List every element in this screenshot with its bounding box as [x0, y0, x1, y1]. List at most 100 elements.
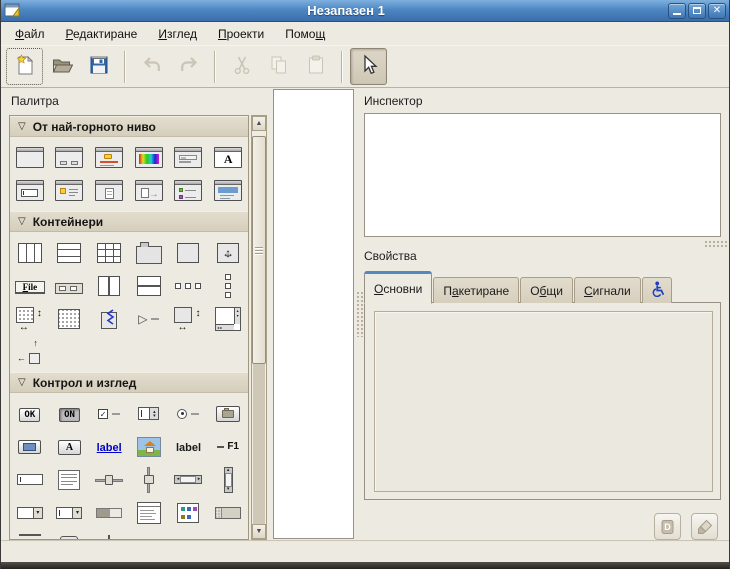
- palette-item-progress-bar[interactable]: [89, 496, 129, 529]
- palette-item-viewport[interactable]: ▴▾◂ ▸: [208, 302, 248, 335]
- copy-button[interactable]: [260, 48, 297, 85]
- scrollbar-track[interactable]: [253, 364, 265, 524]
- palette-section-header-0[interactable]: ▽От най-горното ниво: [10, 116, 248, 137]
- palette-item-toolbar[interactable]: [50, 269, 90, 302]
- palette-item-input-dialog[interactable]: [10, 174, 50, 207]
- inspector-panel[interactable]: [364, 113, 721, 237]
- vertical-pane-handle[interactable]: [355, 88, 363, 540]
- palette-item-color-selection-dialog[interactable]: [129, 141, 169, 174]
- tab-packing[interactable]: Пакетиране: [433, 277, 519, 303]
- palette-item-font-button[interactable]: A: [50, 430, 90, 463]
- palette-item-v-separator[interactable]: [89, 529, 129, 540]
- menu-view[interactable]: Изглед: [148, 25, 207, 43]
- menu-edit[interactable]: Редактиране: [56, 25, 148, 43]
- menu-projects[interactable]: Проекти: [208, 25, 274, 43]
- palette-item-fixed[interactable]: ↔↕: [208, 236, 248, 269]
- palette-item-file-chooser-dialog[interactable]: →: [129, 174, 169, 207]
- palette-item-v-scale[interactable]: [129, 463, 169, 496]
- palette-item-toggle-button[interactable]: ON: [50, 397, 90, 430]
- palette-item-hpaned[interactable]: [89, 269, 129, 302]
- menu-help[interactable]: Помощ: [275, 25, 335, 43]
- window-icon: [16, 147, 44, 168]
- new-button[interactable]: [6, 48, 43, 85]
- tab-signals[interactable]: Сигнали: [574, 277, 641, 303]
- palette-scrollbar[interactable]: ▲ ▼: [251, 115, 267, 540]
- palette-section-header-1[interactable]: ▽Контейнери: [10, 211, 248, 232]
- scroll-down-button[interactable]: ▼: [252, 524, 266, 539]
- doc-book-icon: D: [660, 519, 676, 535]
- tab-common[interactable]: Общи: [520, 277, 573, 303]
- palette-item-vbuttonbox[interactable]: [208, 269, 248, 302]
- palette-item-alignment[interactable]: ↑←: [10, 335, 50, 368]
- minimize-button[interactable]: [668, 3, 686, 19]
- palette-item-assistant[interactable]: [208, 174, 248, 207]
- palette-item-combo-box-entry[interactable]: ▾: [50, 496, 90, 529]
- palette-item-vbox[interactable]: [50, 236, 90, 269]
- documentation-button[interactable]: D: [654, 513, 681, 540]
- palette-item-spin-button[interactable]: ▴▾: [129, 397, 169, 430]
- properties-label: Свойства: [364, 249, 417, 263]
- redo-button[interactable]: [170, 48, 207, 85]
- open-button[interactable]: [43, 48, 80, 85]
- scrollbar-thumb[interactable]: [252, 136, 266, 364]
- palette-item-file-chooser-button[interactable]: [208, 397, 248, 430]
- palette-item-notebook[interactable]: [129, 236, 169, 269]
- palette-item-window[interactable]: [10, 141, 50, 174]
- palette-item-button[interactable]: OK: [10, 397, 50, 430]
- palette-item-message-dialog[interactable]: [89, 141, 129, 174]
- palette-item-table[interactable]: [89, 236, 129, 269]
- palette-item-v-scrollbar[interactable]: ▴▾: [208, 463, 248, 496]
- palette-item-dialog[interactable]: [50, 141, 90, 174]
- palette-item-radio-button[interactable]: [169, 397, 209, 430]
- palette-item-drawing-area[interactable]: [50, 302, 90, 335]
- palette-item-icon-view[interactable]: [169, 496, 209, 529]
- rounded-widget-icon: [60, 529, 78, 540]
- palette-item-recent-chooser-dialog[interactable]: [169, 174, 209, 207]
- titlebar[interactable]: Незапазен 1 ✕: [1, 0, 729, 22]
- main-area: Палитра ▽От най-горното нивоA→▽Контейнер…: [1, 88, 729, 540]
- menu-file[interactable]: Файл: [5, 25, 55, 43]
- palette-item-tree-view[interactable]: [129, 496, 169, 529]
- maximize-button[interactable]: [688, 3, 706, 19]
- tab-accessibility[interactable]: [642, 277, 672, 303]
- palette-item-expander[interactable]: ▷: [129, 302, 169, 335]
- palette-item-hbuttonbox[interactable]: [169, 269, 209, 302]
- palette-item-link-button[interactable]: label: [89, 430, 129, 463]
- tab-general[interactable]: Основни: [364, 271, 432, 304]
- close-button[interactable]: ✕: [708, 3, 726, 19]
- palette-item-label[interactable]: label: [169, 430, 209, 463]
- palette-item-font-selection-dialog[interactable]: A: [208, 141, 248, 174]
- scroll-up-button[interactable]: ▲: [252, 116, 266, 131]
- palette-item-accel-label[interactable]: F1: [208, 430, 248, 463]
- selector-button[interactable]: [350, 48, 387, 85]
- workspace-canvas[interactable]: [273, 89, 354, 539]
- palette-item-h-scale[interactable]: [89, 463, 129, 496]
- palette-item-entry[interactable]: [10, 463, 50, 496]
- palette-item-statusbar[interactable]: [208, 496, 248, 529]
- open-icon: [51, 54, 73, 79]
- palette-item-rounded-widget[interactable]: [50, 529, 90, 540]
- brush-button[interactable]: [691, 513, 718, 540]
- palette-item-check-button[interactable]: ✓: [89, 397, 129, 430]
- palette-item-text-view[interactable]: [50, 463, 90, 496]
- paste-button[interactable]: [297, 48, 334, 85]
- palette-item-handle-box[interactable]: [89, 302, 129, 335]
- palette-item-h-scrollbar[interactable]: ◂▸: [169, 463, 209, 496]
- palette-item-frame[interactable]: [169, 236, 209, 269]
- palette-item-message-dialog-text[interactable]: [50, 174, 90, 207]
- palette-item-h-separator[interactable]: [10, 529, 50, 540]
- palette-item-combo-box[interactable]: ▾: [10, 496, 50, 529]
- palette-item-layout[interactable]: ↕↔: [10, 302, 50, 335]
- palette-item-vpaned[interactable]: [129, 269, 169, 302]
- palette-item-color-button[interactable]: [10, 430, 50, 463]
- cut-button[interactable]: [223, 48, 260, 85]
- palette-section-header-2[interactable]: ▽Контрол и изглед: [10, 372, 248, 393]
- palette-item-about-dialog[interactable]: [89, 174, 129, 207]
- save-button[interactable]: [80, 48, 117, 85]
- palette-item-menubar[interactable]: File: [10, 269, 50, 302]
- undo-button[interactable]: [133, 48, 170, 85]
- palette-item-hbox[interactable]: [10, 236, 50, 269]
- palette-item-file-selection-dialog[interactable]: [169, 141, 209, 174]
- palette-item-scrolled-window[interactable]: ↕↔: [169, 302, 209, 335]
- palette-item-image[interactable]: [129, 430, 169, 463]
